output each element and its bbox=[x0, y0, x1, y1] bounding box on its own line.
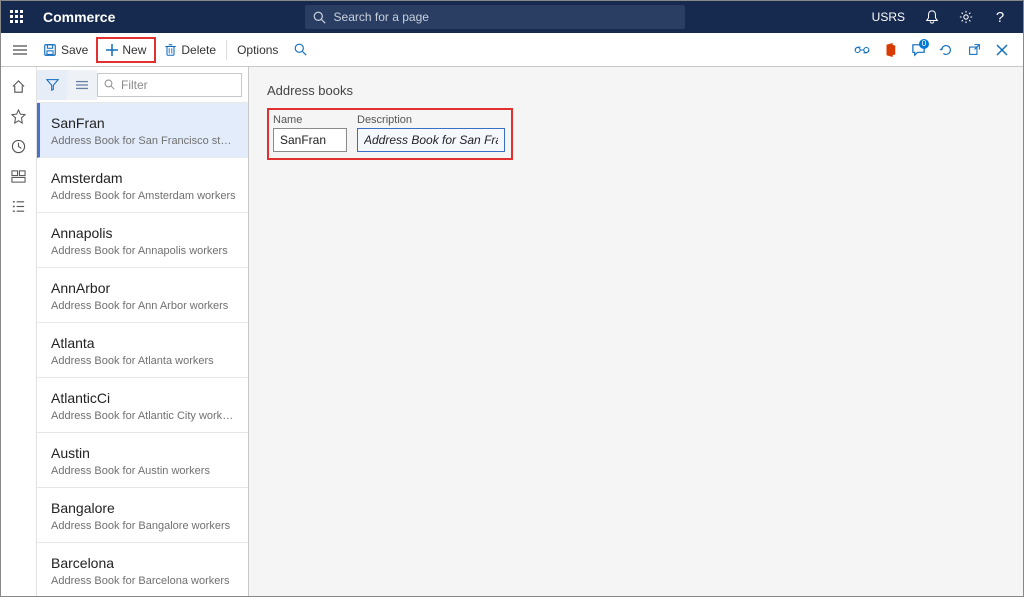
list-item-name: Bangalore bbox=[51, 500, 236, 516]
list-filter-input[interactable]: Filter bbox=[97, 73, 242, 97]
global-search[interactable]: Search for a page bbox=[305, 5, 685, 29]
clock-icon bbox=[11, 139, 26, 154]
waffle-icon bbox=[10, 10, 24, 24]
plus-icon bbox=[106, 44, 118, 56]
search-icon bbox=[104, 79, 115, 90]
separator bbox=[226, 40, 227, 60]
workspace-icon bbox=[11, 169, 26, 184]
close-icon bbox=[996, 44, 1008, 56]
rows-icon bbox=[76, 80, 88, 90]
detail-panel: Address books Name Description bbox=[249, 67, 1023, 596]
notifications-button[interactable] bbox=[917, 1, 947, 33]
list-item[interactable]: Barcelona Address Book for Barcelona work… bbox=[37, 543, 248, 596]
description-field-label: Description bbox=[357, 114, 505, 126]
hamburger-icon bbox=[13, 45, 27, 55]
list-item-name: Barcelona bbox=[51, 555, 236, 571]
list-item-desc: Address Book for Annapolis workers bbox=[51, 245, 236, 257]
list-icon bbox=[11, 199, 26, 214]
options-label: Options bbox=[237, 43, 278, 57]
rail-favorites[interactable] bbox=[1, 101, 37, 131]
list-item-name: Austin bbox=[51, 445, 236, 461]
filter-button[interactable] bbox=[37, 70, 67, 100]
bell-icon bbox=[925, 10, 939, 24]
list-panel: Filter SanFran Address Book for San Franc… bbox=[37, 67, 249, 596]
list-item-desc: Address Book for Ann Arbor workers bbox=[51, 300, 236, 312]
save-label: Save bbox=[61, 43, 88, 57]
current-user[interactable]: USRS bbox=[864, 10, 913, 24]
find-button[interactable] bbox=[286, 37, 315, 63]
list-item-desc: Address Book for Barcelona workers bbox=[51, 575, 236, 587]
popout-button[interactable] bbox=[961, 37, 987, 63]
list-item[interactable]: Amsterdam Address Book for Amsterdam work… bbox=[37, 158, 248, 213]
list-item-desc: Address Book for Atlantic City workers bbox=[51, 410, 236, 422]
link-icon bbox=[854, 45, 870, 55]
new-button[interactable]: New bbox=[96, 37, 156, 63]
name-field-label: Name bbox=[273, 114, 347, 126]
filter-placeholder: Filter bbox=[121, 78, 148, 92]
office-icon bbox=[883, 43, 897, 57]
list-item[interactable]: AtlanticCi Address Book for Atlantic City… bbox=[37, 378, 248, 433]
list-item-name: AtlanticCi bbox=[51, 390, 236, 406]
home-icon bbox=[11, 79, 26, 94]
left-icon-rail bbox=[1, 67, 37, 596]
list-item-desc: Address Book for Amsterdam workers bbox=[51, 190, 236, 202]
address-book-list[interactable]: SanFran Address Book for San Francisco st… bbox=[37, 103, 248, 596]
top-navbar: Commerce Search for a page USRS ? bbox=[1, 1, 1023, 33]
refresh-button[interactable] bbox=[933, 37, 959, 63]
close-button[interactable] bbox=[989, 37, 1015, 63]
link-button[interactable] bbox=[849, 37, 875, 63]
list-item-desc: Address Book for Austin workers bbox=[51, 465, 236, 477]
popout-icon bbox=[968, 43, 981, 56]
messages-badge: 0 bbox=[919, 39, 929, 49]
rail-home[interactable] bbox=[1, 71, 37, 101]
list-item[interactable]: Bangalore Address Book for Bangalore work… bbox=[37, 488, 248, 543]
filter-row: Filter bbox=[37, 67, 248, 103]
trash-icon bbox=[164, 43, 177, 57]
delete-label: Delete bbox=[181, 43, 216, 57]
settings-button[interactable] bbox=[951, 1, 981, 33]
nav-collapse-button[interactable] bbox=[5, 45, 35, 55]
list-item-name: AnnArbor bbox=[51, 280, 236, 296]
messages-button[interactable]: 0 bbox=[905, 37, 931, 63]
rail-workspaces[interactable] bbox=[1, 161, 37, 191]
rail-recent[interactable] bbox=[1, 131, 37, 161]
star-icon bbox=[11, 109, 26, 124]
detail-title: Address books bbox=[267, 83, 1005, 98]
list-item-name: SanFran bbox=[51, 115, 236, 131]
save-icon bbox=[43, 43, 57, 57]
list-item-name: Amsterdam bbox=[51, 170, 236, 186]
rail-modules[interactable] bbox=[1, 191, 37, 221]
options-button[interactable]: Options bbox=[229, 37, 286, 63]
list-item[interactable]: Atlanta Address Book for Atlanta workers bbox=[37, 323, 248, 378]
list-expand-button[interactable] bbox=[67, 70, 97, 100]
new-label: New bbox=[122, 43, 146, 57]
app-launcher-button[interactable] bbox=[1, 10, 33, 24]
global-search-placeholder: Search for a page bbox=[334, 10, 429, 24]
search-icon bbox=[294, 43, 307, 56]
command-bar: Save New Delete Options 0 bbox=[1, 33, 1023, 67]
search-icon bbox=[313, 11, 326, 24]
list-item-desc: Address Book for Bangalore workers bbox=[51, 520, 236, 532]
list-item-name: Atlanta bbox=[51, 335, 236, 351]
list-item[interactable]: SanFran Address Book for San Francisco st… bbox=[37, 103, 248, 158]
funnel-icon bbox=[46, 78, 59, 91]
app-brand: Commerce bbox=[33, 9, 125, 25]
description-field[interactable] bbox=[357, 128, 505, 152]
refresh-icon bbox=[939, 43, 953, 57]
help-button[interactable]: ? bbox=[985, 1, 1015, 33]
gear-icon bbox=[959, 10, 973, 24]
office-button[interactable] bbox=[877, 37, 903, 63]
main-area: Filter SanFran Address Book for San Franc… bbox=[1, 67, 1023, 596]
list-item-desc: Address Book for San Francisco store wor… bbox=[51, 135, 236, 147]
list-item-desc: Address Book for Atlanta workers bbox=[51, 355, 236, 367]
save-button[interactable]: Save bbox=[35, 37, 96, 63]
list-item[interactable]: Austin Address Book for Austin workers bbox=[37, 433, 248, 488]
name-field[interactable] bbox=[273, 128, 347, 152]
question-icon: ? bbox=[996, 9, 1004, 26]
list-item-name: Annapolis bbox=[51, 225, 236, 241]
list-item[interactable]: Annapolis Address Book for Annapolis work… bbox=[37, 213, 248, 268]
highlight-box: Name Description bbox=[267, 108, 513, 160]
list-item[interactable]: AnnArbor Address Book for Ann Arbor worke… bbox=[37, 268, 248, 323]
delete-button[interactable]: Delete bbox=[156, 37, 224, 63]
